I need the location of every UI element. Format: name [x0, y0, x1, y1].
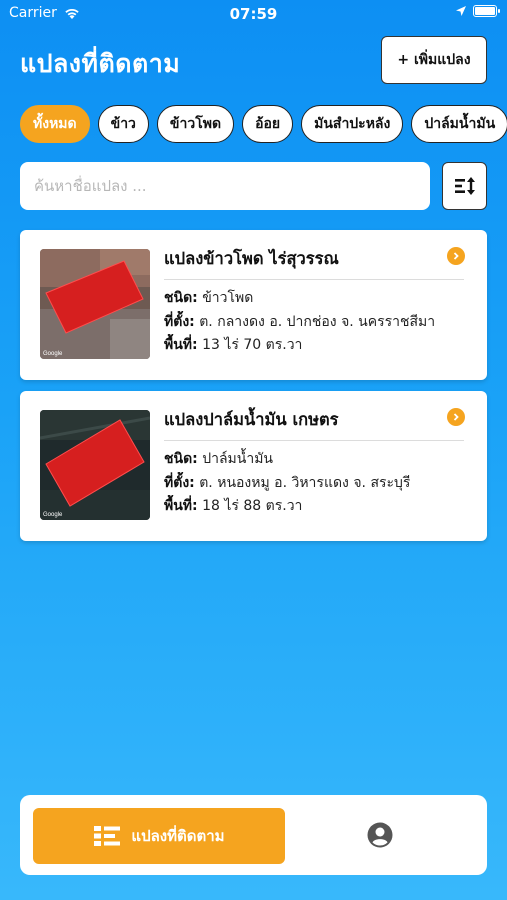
- plot-details: ชนิด: ข้าวโพด ที่ตั้ง: ต. กลางดง อ. ปากช…: [164, 287, 469, 358]
- plot-location-row: ที่ตั้ง: ต. หนองหมู อ. วิหารแดง จ. สระบุ…: [164, 472, 469, 496]
- status-bar: Carrier 07:59: [0, 0, 507, 28]
- plot-location-row: ที่ตั้ง: ต. กลางดง อ. ปากช่อง จ. นครราชส…: [164, 311, 469, 335]
- plot-type-value: ปาล์มน้ำมัน: [202, 451, 274, 467]
- plot-details: ชนิด: ปาล์มน้ำมัน ที่ตั้ง: ต. หนองหมู อ.…: [164, 448, 469, 519]
- plot-type-row: ชนิด: ปาล์มน้ำมัน: [164, 448, 469, 472]
- chip-cassava[interactable]: มันสำปะหลัง: [301, 105, 404, 143]
- sort-icon: [454, 177, 475, 195]
- clock: 07:59: [229, 5, 278, 23]
- plot-type-label: ชนิด:: [164, 290, 198, 306]
- plot-area-label: พื้นที่:: [164, 498, 198, 514]
- list-icon: [94, 826, 121, 846]
- chevron-right-icon[interactable]: [447, 408, 465, 426]
- plot-type-label: ชนิด:: [164, 451, 198, 467]
- chip-corn[interactable]: ข้าวโพด: [156, 105, 235, 143]
- plot-area-row: พื้นที่: 18 ไร่ 88 ตร.วา: [164, 495, 469, 519]
- user-icon: [367, 822, 393, 848]
- bottom-nav: แปลงที่ติดตาม: [20, 795, 487, 875]
- map-watermark: Google: [43, 512, 63, 518]
- plot-location-value: ต. กลางดง อ. ปากช่อง จ. นครราชสีมา: [199, 313, 436, 330]
- tab-tracked-plots[interactable]: แปลงที่ติดตาม: [33, 808, 285, 864]
- plot-area-label: พื้นที่:: [164, 337, 198, 353]
- location-arrow-icon: [456, 6, 466, 16]
- chip-sugarcane[interactable]: อ้อย: [242, 105, 294, 143]
- plot-type-row: ชนิด: ข้าวโพด: [164, 287, 469, 311]
- plot-map-thumbnail: Google: [40, 410, 150, 520]
- plot-card[interactable]: Google แปลงปาล์มน้ำมัน เกษตร ชนิด: ปาล์ม…: [20, 391, 487, 541]
- search-input[interactable]: [20, 162, 430, 210]
- tab-profile[interactable]: [350, 818, 410, 852]
- add-plot-button[interactable]: + เพิ่มแปลง: [381, 36, 487, 84]
- battery-icon: [473, 5, 500, 17]
- plot-area-value: 13 ไร่ 70 ตร.วา: [202, 337, 303, 353]
- chip-oil-palm[interactable]: ปาล์มน้ำมัน: [411, 105, 507, 143]
- plot-area-value: 18 ไร่ 88 ตร.วา: [202, 498, 303, 514]
- page-title: แปลงที่ติดตาม: [20, 49, 181, 78]
- chip-all[interactable]: ทั้งหมด: [20, 105, 90, 143]
- plot-location-label: ที่ตั้ง:: [164, 474, 195, 491]
- plot-name: แปลงข้าวโพด ไร่สุวรรณ: [164, 246, 464, 280]
- chevron-right-icon[interactable]: [447, 247, 465, 265]
- plot-name: แปลงปาล์มน้ำมัน เกษตร: [164, 407, 464, 441]
- tab-label: แปลงที่ติดตาม: [131, 827, 225, 845]
- status-right: [455, 5, 500, 17]
- plot-map-thumbnail: Google: [40, 249, 150, 359]
- plot-type-value: ข้าวโพด: [202, 290, 254, 306]
- plot-location-label: ที่ตั้ง:: [164, 313, 195, 330]
- plot-area-row: พื้นที่: 13 ไร่ 70 ตร.วา: [164, 334, 469, 358]
- battery-level: [475, 7, 495, 15]
- map-watermark: Google: [43, 351, 63, 357]
- chip-rice[interactable]: ข้าว: [97, 105, 149, 143]
- plot-location-value: ต. หนองหมู อ. วิหารแดง จ. สระบุรี: [199, 474, 411, 491]
- filter-chips: ทั้งหมด ข้าว ข้าวโพด อ้อย มันสำปะหลัง ปา…: [20, 105, 507, 145]
- sort-button[interactable]: [442, 162, 487, 210]
- plot-card[interactable]: Google แปลงข้าวโพด ไร่สุวรรณ ชนิด: ข้าวโ…: [20, 230, 487, 380]
